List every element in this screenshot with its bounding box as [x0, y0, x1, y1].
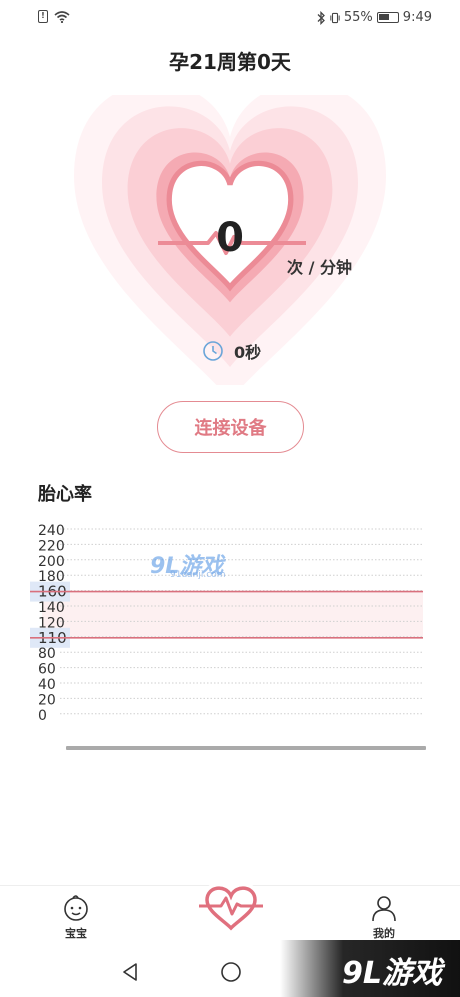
sim-alert-icon: !: [38, 10, 48, 23]
watermark-top-sub: 91danji.com: [170, 570, 226, 580]
y-tick-label: 220: [38, 538, 65, 554]
person-icon: [372, 896, 396, 922]
status-bar: ! 55% 9:49: [0, 0, 460, 36]
clock-icon: [203, 341, 223, 361]
vibrate-icon: [330, 12, 340, 23]
watermark-bottom-text: 9L游戏: [342, 956, 442, 991]
status-time: 9:49: [402, 10, 432, 25]
watermark-bottom: 9L游戏: [280, 940, 460, 997]
heart-pulse-icon: [199, 886, 263, 931]
back-icon[interactable]: [120, 961, 142, 983]
bpm-unit: 次 / 分钟: [287, 258, 352, 277]
status-right: 55% 9:49: [316, 10, 432, 25]
tab-mine-label: 我的: [373, 927, 395, 940]
y-tick-label: 0: [38, 708, 47, 724]
y-tick-label: 140: [38, 600, 65, 616]
y-tick-label: 40: [38, 677, 56, 693]
bluetooth-icon: [317, 10, 325, 25]
wifi-icon: [54, 10, 70, 23]
tab-bar: 宝宝 我的: [0, 878, 460, 945]
status-left: !: [38, 10, 70, 23]
connect-device-button[interactable]: 连接设备: [157, 401, 304, 453]
y-tick-label: 60: [38, 662, 56, 678]
normal-range-band: [42, 591, 423, 638]
battery-percent: 55%: [343, 10, 373, 25]
x-axis-bar: [66, 746, 426, 750]
y-tick-label: 240: [38, 523, 65, 539]
page-title: 孕21周第0天: [169, 50, 291, 74]
bpm-value: 0: [216, 215, 244, 261]
watermark-top: 9L游戏 91danji.com: [150, 548, 250, 584]
y-tick-label: 20: [38, 692, 56, 708]
section-title-fetal-heart-rate: 胎心率: [38, 484, 92, 505]
tab-baby-label: 宝宝: [65, 927, 87, 940]
timer-text: 0秒: [234, 343, 262, 362]
y-tick-label: 80: [38, 646, 56, 662]
home-icon[interactable]: [219, 960, 243, 984]
battery-icon: [376, 12, 399, 23]
tab-baby[interactable]: 宝宝: [41, 894, 111, 941]
tab-mine[interactable]: 我的: [349, 894, 419, 941]
baby-face-icon: [64, 895, 88, 921]
y-tick-label: 200: [38, 554, 65, 570]
tab-heart[interactable]: [195, 878, 267, 940]
timer-row: 0秒: [202, 339, 261, 363]
